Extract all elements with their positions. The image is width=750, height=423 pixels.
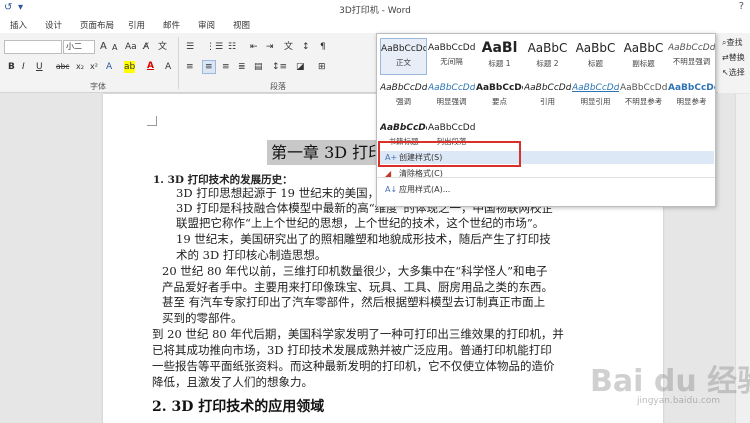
- find-button[interactable]: ⌕查找: [722, 37, 742, 49]
- select-icon: ↖: [722, 68, 729, 77]
- tab-page-layout[interactable]: 页面布局: [80, 19, 114, 31]
- bold-button[interactable]: B: [8, 61, 15, 73]
- doc-line[interactable]: 20 世纪 80 年代以前，三维打印机数量很少，大多集中在“科学怪人”和电子: [162, 264, 548, 279]
- doc-line[interactable]: 术的 3D 打印核心制造思想。: [176, 248, 326, 263]
- style-intense-reference[interactable]: AaBbCcDd 明显参考: [668, 78, 715, 115]
- doc-line[interactable]: 买到的零部件。: [162, 311, 243, 326]
- bullets-icon[interactable]: ☰: [186, 41, 194, 53]
- doc-line[interactable]: 到 20 世纪 80 年代后期，美国科学家发明了一种可打印出三维效果的打印机，并: [152, 327, 564, 342]
- window-title: 3D打印机 - Word: [339, 6, 411, 16]
- grow-font-icon[interactable]: A: [100, 41, 107, 53]
- underline-button[interactable]: U: [36, 61, 43, 73]
- style-emphasis[interactable]: AaBbCcDd 强调: [380, 78, 427, 115]
- doc-line[interactable]: 一些报告等平面纸张资料。而这种最新发明的打印机，它不仅使立体物品的造价: [152, 359, 555, 374]
- text-effects-icon[interactable]: A: [106, 61, 112, 73]
- style-quote[interactable]: AaBbCcDd 引用: [524, 78, 571, 115]
- highlight-annotation-box: [378, 141, 521, 167]
- chinese-layout-icon[interactable]: 文: [284, 41, 293, 53]
- font-group-label: 字体: [90, 82, 106, 91]
- ribbon-tabs: 插入 设计 页面布局 引用 邮件 审阅 视图: [0, 17, 750, 33]
- tab-review[interactable]: 审阅: [198, 19, 215, 31]
- apply-styles-menu-item[interactable]: A↓ 应用样式(A)...: [379, 183, 714, 196]
- doc-line[interactable]: 降低，且激发了人们的想象力。: [152, 375, 313, 390]
- doc-line[interactable]: 已将其成功推向市场，3D 打印技术发展成熟并被广泛应用。普通打印机能打印: [152, 343, 552, 358]
- apply-styles-icon: A↓: [385, 185, 398, 194]
- font-size-dropdown[interactable]: 小二: [63, 40, 95, 54]
- replace-icon: ⇄: [722, 53, 729, 62]
- doc-line[interactable]: 3D 打印思想起源于 19 世纪末的美国，并: [176, 186, 391, 201]
- style-no-spacing[interactable]: AaBbCcDd 无间隔: [428, 38, 475, 75]
- justify-icon[interactable]: ≣: [238, 61, 246, 73]
- font-size-value: 小二: [66, 42, 82, 51]
- tab-references[interactable]: 引用: [128, 19, 145, 31]
- replace-button[interactable]: ⇄替换: [722, 52, 745, 64]
- decrease-indent-icon[interactable]: ⇤: [250, 41, 258, 53]
- subscript-button[interactable]: x₂: [76, 61, 84, 73]
- superscript-button[interactable]: x²: [90, 61, 98, 73]
- doc-line[interactable]: 19 世纪末，美国研究出了的照相雕塑和地貌成形技术，随后产生了打印技: [176, 232, 551, 247]
- group-separator: [178, 37, 179, 89]
- style-strong[interactable]: AaBbCcDd 要点: [476, 78, 523, 115]
- increase-indent-icon[interactable]: ⇥: [266, 41, 274, 53]
- watermark-url: jingyan.baidu.com: [637, 396, 721, 406]
- doc-line[interactable]: 甚至 有汽车专家打印出了汽车零部件，然后根据塑料模型去订制真正市面上: [162, 295, 545, 310]
- align-left-icon[interactable]: ≡: [186, 61, 194, 73]
- chapter-title[interactable]: 第一章 3D 打印: [267, 140, 380, 165]
- style-title[interactable]: AaBbC 标题: [572, 38, 619, 75]
- line-spacing-icon[interactable]: ↕≡: [272, 61, 287, 73]
- shrink-font-icon[interactable]: A: [112, 42, 117, 54]
- title-bar: ↺ ▾ 3D打印机 - Word ?: [0, 0, 750, 17]
- style-intense-quote[interactable]: AaBbCcDd 明显引用: [572, 78, 619, 115]
- char-shading-icon[interactable]: A: [165, 61, 171, 73]
- distributed-icon[interactable]: ▤: [254, 61, 263, 73]
- multilevel-list-icon[interactable]: ☷: [228, 41, 236, 53]
- tab-insert[interactable]: 插入: [10, 19, 27, 31]
- borders-icon[interactable]: ⊞: [318, 61, 326, 73]
- strikethrough-button[interactable]: abc: [56, 61, 69, 73]
- crop-mark: [147, 116, 157, 126]
- tab-mailings[interactable]: 邮件: [163, 19, 180, 31]
- sort-icon[interactable]: ↕: [302, 41, 310, 53]
- font-color-button[interactable]: A: [147, 60, 154, 72]
- phonetic-guide-icon[interactable]: 文: [158, 41, 167, 53]
- doc-line[interactable]: 联盟把它称作“上上个世纪的思想，上个世纪的技术，这个世纪的市场”。: [176, 216, 544, 231]
- tab-view[interactable]: 视图: [233, 19, 250, 31]
- numbering-icon[interactable]: ⋮☰: [206, 41, 223, 53]
- styles-gallery-dropdown: AaBbCcDd 正文 AaBbCcDd 无间隔 AaBl 标题 1 AaBbC 标题 …: [376, 33, 716, 207]
- clear-format-icon[interactable]: A̸: [143, 41, 149, 53]
- help-icon[interactable]: ?: [739, 1, 744, 12]
- select-button[interactable]: ↖选择: [722, 67, 745, 79]
- baidu-watermark: Bai du 经验: [590, 364, 750, 399]
- paragraph-group-label: 段落: [270, 82, 286, 91]
- clear-format-menu-item[interactable]: ◢ 清除格式(C): [379, 167, 714, 180]
- italic-button[interactable]: I: [22, 61, 25, 73]
- font-name-dropdown[interactable]: [4, 40, 62, 54]
- style-subtitle[interactable]: AaBbC 副标题: [620, 38, 667, 75]
- style-subtle-emphasis[interactable]: AaBbCcDd 不明显强调: [668, 38, 715, 75]
- shading-icon[interactable]: ◪: [296, 61, 305, 73]
- highlight-icon[interactable]: ab: [124, 61, 136, 73]
- word-window: ↺ ▾ 3D打印机 - Word ? 插入 设计 页面布局 引用 邮件 审阅 视…: [0, 0, 750, 423]
- show-marks-icon[interactable]: ¶: [320, 41, 326, 53]
- style-heading-1[interactable]: AaBl 标题 1: [476, 38, 523, 75]
- align-right-icon[interactable]: ≡: [222, 61, 230, 73]
- tab-design[interactable]: 设计: [45, 19, 62, 31]
- eraser-icon: ◢: [385, 169, 392, 178]
- style-heading-2[interactable]: AaBbC 标题 2: [524, 38, 571, 75]
- doc-line[interactable]: 产品爱好者手中。主要用来打印像珠宝、玩具、工具、厨房用品之类的东西。: [162, 280, 553, 295]
- change-case-icon[interactable]: Aa: [125, 41, 137, 53]
- style-subtle-reference[interactable]: AaBbCcDd 不明显参考: [620, 78, 667, 115]
- style-normal[interactable]: AaBbCcDd 正文: [380, 38, 427, 75]
- editing-group: ⌕查找 ⇄替换 ↖选择: [718, 33, 750, 93]
- align-center-icon[interactable]: ≡: [202, 60, 216, 74]
- heading-2[interactable]: 2. 3D 打印技术的应用领域: [152, 396, 324, 416]
- style-intense-emphasis[interactable]: AaBbCcDd 明显强调: [428, 78, 475, 115]
